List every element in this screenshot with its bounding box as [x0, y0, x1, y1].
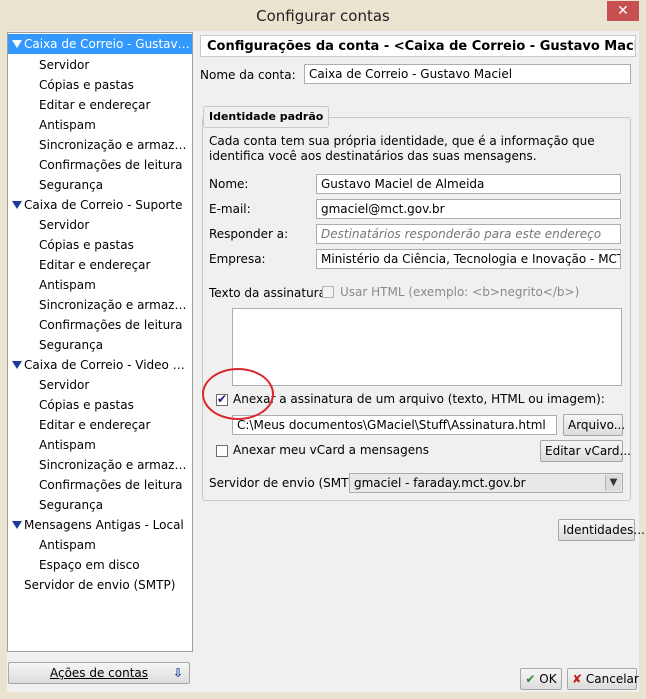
tree-item-seguranca[interactable]: Segurança [8, 175, 192, 195]
tree-item-confirmacoes[interactable]: Confirmações de leitura [8, 155, 192, 175]
tree-item-sincronizacao[interactable]: Sincronização e armazena... [8, 455, 192, 475]
window-title: Configurar contas [256, 7, 390, 25]
use-html-label: Usar HTML (exemplo: <b>negrito</b>) [340, 285, 580, 299]
panel-title: Configurações da conta - <Caixa de Corre… [200, 35, 636, 57]
organization-label: Empresa: [209, 252, 266, 266]
use-html-checkbox[interactable] [322, 286, 334, 298]
close-button[interactable]: ✕ [607, 1, 639, 21]
close-icon: ✕ [617, 3, 629, 19]
tree-item-servidor[interactable]: Servidor [8, 215, 192, 235]
expand-triangle-icon[interactable] [12, 521, 22, 529]
tree-item-copias[interactable]: Cópias e pastas [8, 235, 192, 255]
name-field[interactable]: Gustavo Maciel de Almeida [316, 174, 621, 194]
tree-item-antispam[interactable]: Antispam [8, 535, 192, 555]
identity-group: Identidade padrão Cada conta tem sua pró… [202, 106, 631, 501]
smtp-label: Servidor de envio (SMTP): [209, 476, 365, 490]
edit-vcard-button[interactable]: Editar vCard... [540, 440, 631, 462]
annotation-circle [202, 368, 274, 420]
dropdown-arrow-icon: ▼ [605, 475, 621, 491]
tree-item-sincronizacao[interactable]: Sincronização e armazena... [8, 295, 192, 315]
email-label: E-mail: [209, 202, 251, 216]
tree-item-seguranca[interactable]: Segurança [8, 495, 192, 515]
signature-label: Texto da assinatura: [209, 286, 331, 300]
cancel-button[interactable]: ✘ Cancelar [567, 668, 639, 690]
signature-textarea[interactable] [232, 308, 622, 386]
account-tree: Caixa de Correio - Gustavo ... Servidor … [7, 32, 193, 652]
tree-item-espaco[interactable]: Espaço em disco [8, 555, 192, 575]
email-field[interactable]: gmaciel@mct.gov.br [316, 199, 621, 219]
tree-item-antispam[interactable]: Antispam [8, 435, 192, 455]
tree-item-servidor[interactable]: Servidor [8, 55, 192, 75]
account-actions-button[interactable]: Ações de contas ⇩ [8, 662, 190, 684]
cancel-icon: ✘ [572, 672, 583, 686]
tree-item-editar[interactable]: Editar e endereçar [8, 415, 192, 435]
name-label: Nome: [209, 177, 249, 191]
account-name-label: Nome da conta: [200, 68, 296, 82]
tree-item-copias[interactable]: Cópias e pastas [8, 75, 192, 95]
identities-button[interactable]: Identidades... [558, 519, 645, 541]
browse-file-button[interactable]: Arquivo... [563, 414, 625, 436]
tree-account-local[interactable]: Mensagens Antigas - Local [8, 515, 192, 535]
tree-item-confirmacoes[interactable]: Confirmações de leitura [8, 315, 192, 335]
expand-triangle-icon[interactable] [12, 361, 22, 369]
smtp-select[interactable]: gmaciel - faraday.mct.gov.br ▼ [349, 473, 623, 493]
tree-item-sincronizacao[interactable]: Sincronização e armazena... [8, 135, 192, 155]
tree-item-copias[interactable]: Cópias e pastas [8, 395, 192, 415]
check-icon: ✔ [525, 672, 536, 686]
tree-item-seguranca[interactable]: Segurança [8, 335, 192, 355]
tree-account-suporte[interactable]: Caixa de Correio - Suporte [8, 195, 192, 215]
tree-item-confirmacoes[interactable]: Confirmações de leitura [8, 475, 192, 495]
ok-button[interactable]: ✔ OK [520, 668, 562, 690]
window-titlebar: Configurar contas ✕ [0, 0, 646, 32]
expand-triangle-icon[interactable] [12, 40, 22, 48]
tree-item-editar[interactable]: Editar e endereçar [8, 95, 192, 115]
tree-item-antispam[interactable]: Antispam [8, 275, 192, 295]
reply-to-field[interactable]: Destinatários responderão para este ende… [316, 224, 621, 244]
attach-vcard-label: Anexar meu vCard a mensagens [233, 443, 429, 457]
window-body: Caixa de Correio - Gustavo ... Servidor … [7, 31, 645, 692]
reply-to-label: Responder a: [209, 227, 289, 241]
account-name-field[interactable]: Caixa de Correio - Gustavo Maciel [304, 64, 631, 84]
identity-group-title: Identidade padrão [203, 106, 330, 128]
tree-item-editar[interactable]: Editar e endereçar [8, 255, 192, 275]
identity-description: Cada conta tem sua própria identidade, q… [209, 134, 595, 163]
tree-item-servidor[interactable]: Servidor [8, 375, 192, 395]
attach-signature-label: Anexar a assinatura de um arquivo (texto… [233, 392, 605, 406]
signature-file-path[interactable]: C:\Meus documentos\GMaciel\Stuff\Assinat… [232, 415, 557, 435]
expand-triangle-icon[interactable] [12, 201, 22, 209]
tree-account-videoconf[interactable]: Caixa de Correio - Video Conf... [8, 355, 192, 375]
tree-account-gustavo[interactable]: Caixa de Correio - Gustavo ... [8, 34, 192, 54]
attach-vcard-checkbox[interactable] [216, 445, 228, 457]
tree-item-antispam[interactable]: Antispam [8, 115, 192, 135]
tree-smtp-root[interactable]: Servidor de envio (SMTP) [8, 575, 192, 595]
organization-field[interactable]: Ministério da Ciência, Tecnologia e Inov… [316, 249, 621, 269]
down-arrow-icon: ⇩ [172, 666, 183, 680]
